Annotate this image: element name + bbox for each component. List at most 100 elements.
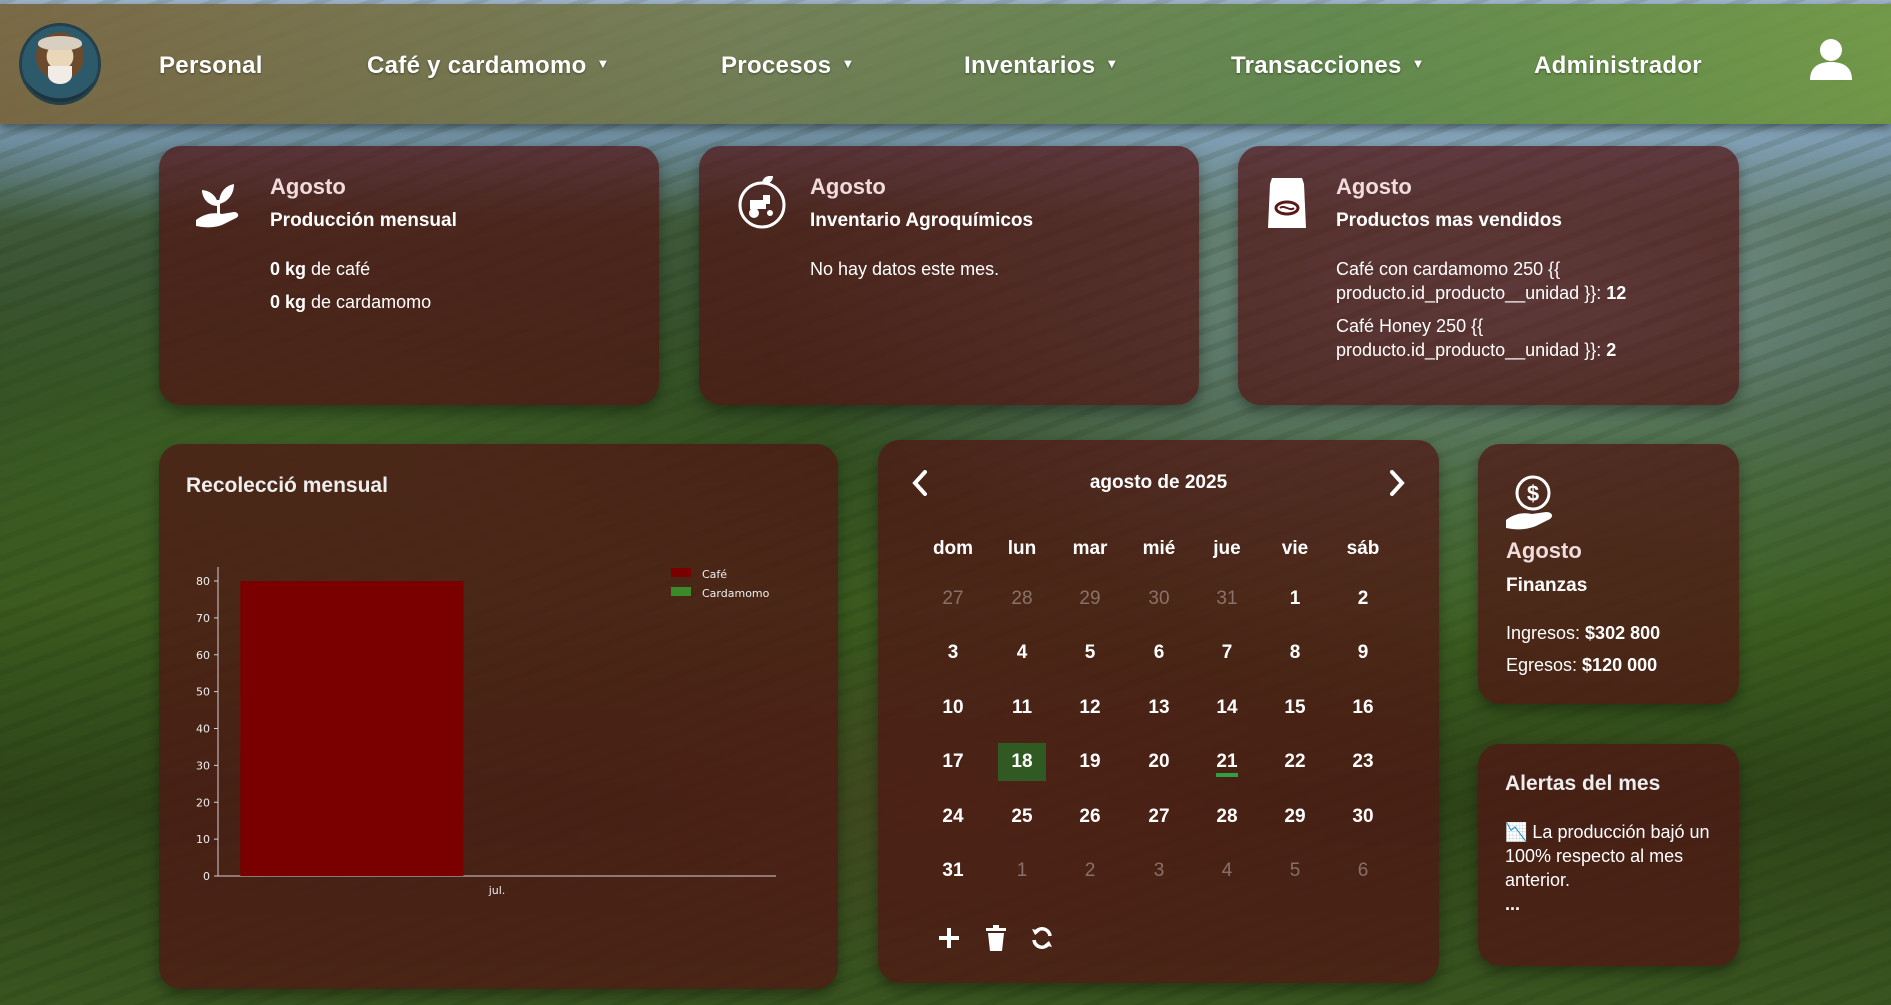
cardamom-production: 0 kg de cardamomo xyxy=(270,292,432,312)
svg-text:$: $ xyxy=(1527,481,1539,506)
calendar-day[interactable]: 17 xyxy=(929,743,977,781)
calendar-day-label: 17 xyxy=(942,751,964,772)
calendar-day[interactable]: 10 xyxy=(929,689,977,727)
calendar-day-label: 9 xyxy=(1357,642,1369,663)
calendar-day[interactable]: 15 xyxy=(1271,689,1319,727)
calendar-day[interactable]: 31 xyxy=(1203,580,1251,618)
calendar-day[interactable]: 31 xyxy=(929,852,977,890)
user-icon[interactable] xyxy=(1808,36,1854,82)
y-tick-label: 0 xyxy=(203,870,210,883)
calendar-day[interactable]: 20 xyxy=(1135,743,1183,781)
calendar-day[interactable]: 30 xyxy=(1135,580,1183,618)
calendar-day[interactable]: 4 xyxy=(998,634,1046,672)
calendar-day[interactable]: 6 xyxy=(1135,634,1183,672)
bar-chart: 0 10 20 30 40 50 60 70 80 jul. Café Cardamomo xyxy=(196,567,776,897)
legend-swatch xyxy=(671,568,691,577)
calendar-day-label: 2 xyxy=(1357,588,1369,609)
calendar-day[interactable]: 26 xyxy=(1066,798,1114,836)
calendar-day-label: 8 xyxy=(1289,642,1301,663)
calendar-day-label: 27 xyxy=(1148,806,1170,827)
calendar-day[interactable]: 6 xyxy=(1339,852,1387,890)
calendar-day[interactable]: 27 xyxy=(929,580,977,618)
calendar-day[interactable]: 30 xyxy=(1339,798,1387,836)
calendar-day[interactable]: 28 xyxy=(1203,798,1251,836)
y-tick-label: 80 xyxy=(196,575,210,588)
calendar-day[interactable]: 1 xyxy=(1271,580,1319,618)
calendar-day[interactable]: 3 xyxy=(929,634,977,672)
calendar-day[interactable]: 2 xyxy=(1339,580,1387,618)
calendar-day-label: 7 xyxy=(1221,642,1233,663)
calendar-day[interactable]: 11 xyxy=(998,689,1046,727)
calendar-day[interactable]: 27 xyxy=(1135,798,1183,836)
calendar-day-label: 30 xyxy=(1148,588,1170,609)
calendar-day[interactable]: 23 xyxy=(1339,743,1387,781)
calendar-day[interactable]: 14 xyxy=(1203,689,1251,727)
add-icon[interactable] xyxy=(937,926,961,950)
calendar-day[interactable]: 29 xyxy=(1066,580,1114,618)
calendar-day-label: 2 xyxy=(1084,860,1096,881)
calendar-day[interactable]: 16 xyxy=(1339,689,1387,727)
calendar-day[interactable]: 29 xyxy=(1271,798,1319,836)
y-tick-label: 20 xyxy=(196,796,210,809)
calendar-day[interactable]: 13 xyxy=(1135,689,1183,727)
calendar-day[interactable]: 5 xyxy=(1066,634,1114,672)
calendar-day[interactable]: 7 xyxy=(1203,634,1251,672)
calendar-day[interactable]: 24 xyxy=(929,798,977,836)
calendar-day-label: 28 xyxy=(1011,588,1033,609)
refresh-icon[interactable] xyxy=(1030,926,1054,950)
calendar-day[interactable]: 1 xyxy=(998,852,1046,890)
calendar-day[interactable]: 4 xyxy=(1203,852,1251,890)
calendar-day-label: 11 xyxy=(1011,697,1033,718)
nav-administrador[interactable]: Administrador xyxy=(1534,52,1702,80)
legend-label: Café xyxy=(702,568,727,581)
nav-personal[interactable]: Personal xyxy=(159,52,263,80)
calendar-day-label: 5 xyxy=(1289,860,1301,881)
calendar-day-label: 22 xyxy=(1284,751,1306,772)
calendar-day-label: 3 xyxy=(1153,860,1165,881)
caret-down-icon: ▼ xyxy=(596,56,610,72)
y-tick-label: 40 xyxy=(196,723,210,736)
card-month: Agosto xyxy=(810,174,886,199)
calendar-day[interactable]: 25 xyxy=(998,798,1046,836)
calendar-day[interactable]: 21 xyxy=(1203,743,1251,781)
chart-down-icon: 📉 xyxy=(1505,822,1528,842)
nav-procesos[interactable]: Procesos ▼ xyxy=(721,52,855,80)
calendar-day-label: 6 xyxy=(1153,642,1165,663)
trash-icon[interactable] xyxy=(985,925,1007,951)
calendar-day-label: 21 xyxy=(1216,751,1238,777)
calendar-day[interactable]: 19 xyxy=(1066,743,1114,781)
calendar-day[interactable]: 12 xyxy=(1066,689,1114,727)
alert-message: 📉 La producción bajó un 100% respecto al… xyxy=(1505,822,1710,890)
nav-inventarios[interactable]: Inventarios ▼ xyxy=(964,52,1119,80)
calendar-day[interactable]: 9 xyxy=(1339,634,1387,672)
money-hand-icon: $ xyxy=(1506,475,1553,530)
calendar-day-label: 25 xyxy=(1011,806,1033,827)
weekday-header: jue xyxy=(1213,538,1241,559)
alerts-more[interactable]: ... xyxy=(1505,894,1520,915)
calendar-day-label: 6 xyxy=(1357,860,1369,881)
product-item: Café Honey 250 {{ producto.id_producto__… xyxy=(1336,316,1617,360)
calendar-day[interactable]: 2 xyxy=(1066,852,1114,890)
brand-logo[interactable] xyxy=(19,23,101,105)
calendar-day[interactable]: 18 xyxy=(998,743,1046,781)
nav-cafe-cardamomo[interactable]: Café y cardamomo ▼ xyxy=(367,52,610,80)
card-production: Agosto Producción mensual 0 kg de café 0… xyxy=(159,146,659,405)
calendar-day[interactable]: 22 xyxy=(1271,743,1319,781)
next-month-icon[interactable] xyxy=(1388,470,1406,496)
calendar-day[interactable]: 3 xyxy=(1135,852,1183,890)
nav-transacciones[interactable]: Transacciones ▼ xyxy=(1231,52,1425,80)
calendar-day[interactable]: 28 xyxy=(998,580,1046,618)
navbar: Personal Café y cardamomo ▼ Procesos ▼ Inv… xyxy=(0,4,1891,124)
calendar-day-label: 30 xyxy=(1352,806,1374,827)
calendar-day-label: 13 xyxy=(1148,697,1170,718)
calendar-day[interactable]: 8 xyxy=(1271,634,1319,672)
calendar-day[interactable]: 5 xyxy=(1271,852,1319,890)
calendar-day-label: 27 xyxy=(942,588,964,609)
card-month: Agosto xyxy=(1336,174,1412,199)
empty-message: No hay datos este mes. xyxy=(810,259,1000,279)
calendar-day-label: 10 xyxy=(942,697,964,718)
calendar-day-label: 26 xyxy=(1079,806,1101,827)
weekday-header: mié xyxy=(1142,538,1176,559)
tractor-leaf-icon xyxy=(738,176,786,229)
product-item: Café con cardamomo 250 {{ producto.id_pr… xyxy=(1336,259,1627,303)
